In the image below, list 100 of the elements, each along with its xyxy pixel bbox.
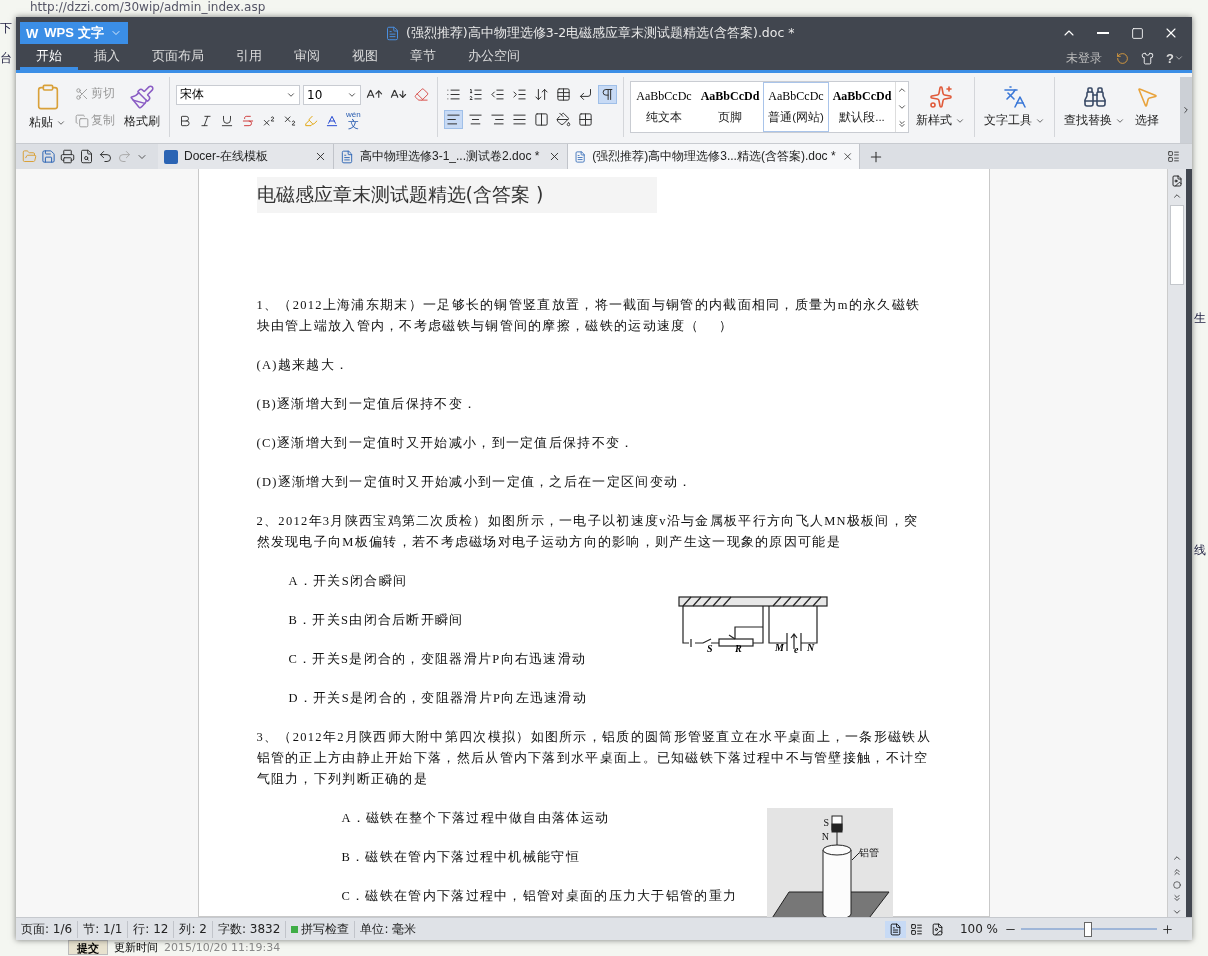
menu-tab[interactable]: 审阅 (278, 46, 336, 70)
menu-tab[interactable]: 办公空间 (452, 46, 536, 70)
app-logo: W (26, 25, 39, 41)
text-tools-button[interactable]: 文字工具 (981, 85, 1048, 129)
menu-tab[interactable]: 插入 (78, 46, 136, 70)
highlighter-icon (304, 113, 318, 128)
document-heading: 电磁感应章末测试题精选(含答案 ) (256, 177, 657, 213)
scroll-down-icon[interactable] (1172, 907, 1182, 917)
browser-url[interactable]: http://dzzi.com/30wip/admin_index.asp (30, 0, 266, 14)
bold-icon (178, 113, 192, 128)
spell-check-button[interactable]: 拼写检查 (298, 920, 356, 938)
submit-button[interactable]: 提交 (68, 940, 108, 955)
style-option[interactable]: AaBbCcDc 普通(网站) (763, 82, 829, 132)
sync-icon[interactable] (1116, 51, 1130, 65)
status-text: 字数: 3832 (213, 920, 287, 938)
document-tab[interactable]: (强烈推荐)高中物理选修3...精选(含答案).doc * (568, 144, 860, 169)
paint-bucket-button[interactable] (554, 110, 573, 129)
italic-icon (199, 113, 213, 128)
previous-page-icon[interactable] (1172, 853, 1182, 863)
menu-tab[interactable]: 引用 (220, 46, 278, 70)
circle-icon[interactable] (1173, 881, 1181, 889)
print-button[interactable] (58, 147, 77, 166)
table-icon (556, 87, 571, 102)
page-view-icon (888, 922, 902, 936)
minimize-icon (1097, 32, 1109, 34)
paste-button[interactable]: 粘贴 (26, 83, 69, 131)
style-name: 页脚 (718, 110, 742, 125)
folder-icon (22, 149, 37, 164)
diagram-label: 铝管 (859, 847, 880, 858)
skin-icon[interactable] (1141, 51, 1155, 65)
double-chevron-up-icon[interactable] (1172, 867, 1182, 877)
document-icon (384, 25, 400, 41)
select-button[interactable]: 选择 (1132, 85, 1162, 129)
style-name: 默认段... (839, 110, 885, 125)
paint-bucket-icon (556, 112, 571, 127)
font-size-field[interactable]: 10 (303, 84, 361, 105)
table-button[interactable] (554, 85, 573, 104)
style-name: 纯文本 (646, 110, 682, 125)
print-preview-icon (79, 149, 94, 164)
page-view-button[interactable] (884, 920, 906, 938)
expand-icon[interactable] (897, 118, 907, 129)
new-style-button[interactable]: 新样式 (913, 85, 968, 129)
page-icon[interactable] (1171, 175, 1183, 187)
close-icon[interactable] (548, 150, 561, 163)
chevron-right-icon (1181, 105, 1191, 115)
menu-tab[interactable]: 视图 (336, 46, 394, 70)
question-text: (C)逐渐增大到一定值时又开始减小，到一定值后保持不变． (256, 435, 636, 452)
font-name-field[interactable]: 宋体 (176, 84, 300, 105)
question-text: 3、（2012年2月陕西师大附中第四次模拟）如图所示，铝质的圆筒形管竖直立在水平桌面上，一条形磁铁从铝管的正上方由静止开始下落，然后从管内下落到水平桌面上。已知磁铁下落过程中不与管壁接触，不计空气阻力，下列判断正确的是 (256, 729, 932, 788)
answer-option: C．开关S是闭合的，变阻器滑片P向右迅速滑动 (288, 649, 588, 670)
align-icon (512, 112, 527, 127)
question-text: 2、2012年3月陕西宝鸡第二次质检）如图所示，一电子以初速度v沿与金属板平行方向飞人MN极板间，突然发现电子向M板偏转，若不考虑磁场对电子运动方向的影响，则产生这一现象的原因可能是 (256, 513, 920, 551)
diagram-label: N (807, 642, 815, 653)
document-tab[interactable]: 高中物理选修3-1_...测试卷2.doc * (334, 144, 568, 169)
phonetic-guide-button[interactable]: wén 文 (344, 111, 363, 130)
zoom-in-icon[interactable] (1161, 922, 1174, 936)
save-icon (41, 149, 56, 164)
save-button[interactable] (39, 147, 58, 166)
align-button[interactable] (532, 110, 551, 129)
question-text: (B)逐渐增大到一定值后保持不变． (256, 396, 479, 413)
caret-icon (1174, 53, 1184, 63)
diagram-label: R (735, 643, 742, 653)
outline-view-icon (909, 922, 923, 936)
scroll-down-icon[interactable] (897, 102, 907, 112)
find-replace-button[interactable]: 查找替换 (1061, 85, 1128, 129)
format-painter-button[interactable]: 格式刷 (121, 84, 163, 130)
tab-list-button[interactable] (1165, 148, 1182, 165)
menu-tab[interactable]: 页面布局 (136, 46, 220, 70)
diagram-label: M (775, 642, 784, 653)
subscript-icon (283, 113, 297, 128)
double-chevron-down-icon[interactable] (1172, 893, 1182, 903)
answer-option: B．磁铁在管内下落过程中机械能守恒 (341, 847, 738, 868)
document-tab[interactable]: Docer-在线模板 (158, 144, 334, 169)
sort-icon (534, 87, 549, 102)
field-label: 更新时间 (114, 940, 158, 955)
align-icon (534, 112, 549, 127)
question-text: 1、（2012上海浦东期末）一足够长的铜管竖直放置，将一截面与铜管的内截面相同，质量为m的永久磁铁块由管上端放入管内，不考虑磁铁与铜管间的摩擦，磁铁的运动速度（ ） (256, 297, 922, 335)
show-marks-button[interactable] (598, 85, 617, 104)
help-button[interactable]: ? (1160, 46, 1190, 70)
page-text: 台 (0, 50, 12, 67)
status-text: 行: 12 (128, 920, 175, 938)
superscript-icon (262, 113, 276, 128)
answer-option: C．磁铁在管内下落过程中，铝管对桌面的压力大于铝管的重力 (341, 886, 738, 907)
copy-icon (75, 113, 89, 128)
scroll-up-icon[interactable] (1172, 191, 1182, 201)
login-status: 未登录 (1066, 49, 1103, 67)
zoom-value: 100 % (959, 922, 998, 936)
eraser-icon (414, 87, 429, 102)
outdent-icon (490, 87, 505, 102)
close-icon[interactable] (841, 150, 853, 163)
translate-icon (1002, 85, 1027, 109)
borders-button[interactable] (576, 110, 595, 129)
menu-tab[interactable]: 章节 (394, 46, 452, 70)
scroll-thumb[interactable] (1170, 205, 1184, 285)
close-icon[interactable] (314, 150, 327, 163)
grid-icon (578, 112, 593, 127)
align-icon (446, 112, 461, 127)
page-text: 下 (0, 20, 12, 37)
style-sample: AaBbCcDc (636, 89, 692, 104)
zoom-thumb[interactable] (1083, 921, 1092, 937)
